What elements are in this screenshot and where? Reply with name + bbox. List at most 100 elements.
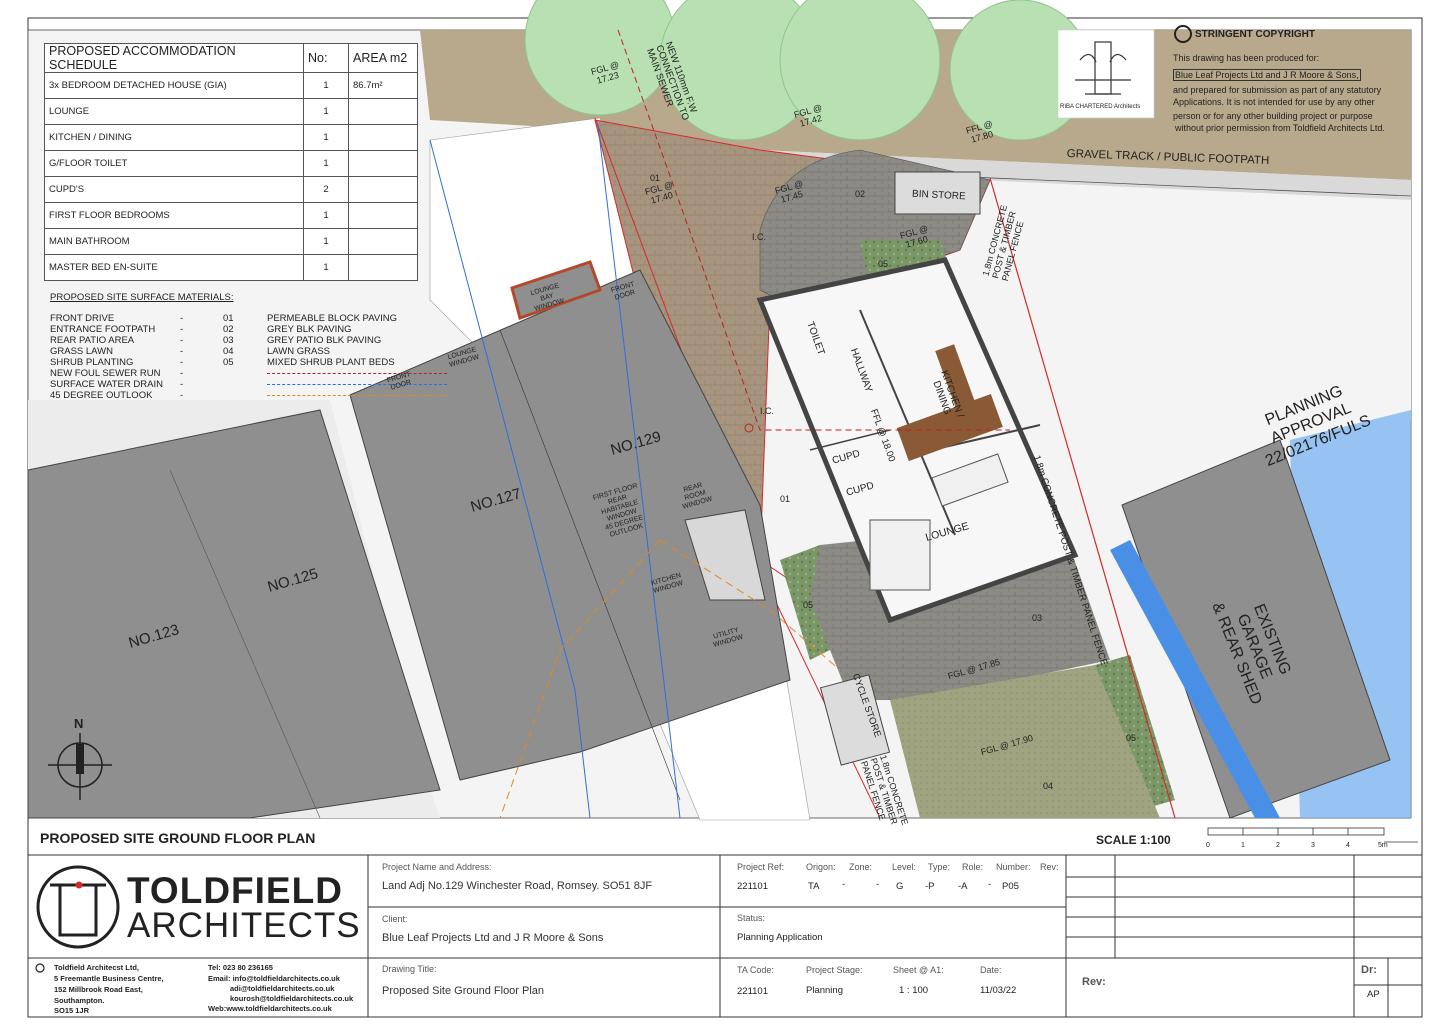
- ref-label: Project Ref:: [737, 862, 785, 872]
- accommodation-schedule: PROPOSED ACCOMMODATION SCHEDULE No: AREA…: [44, 43, 418, 281]
- schedule-area: [348, 254, 418, 281]
- material-dash: -: [180, 335, 184, 346]
- material-dash: -: [180, 357, 184, 368]
- materials-title: PROPOSED SITE SURFACE MATERIALS:: [50, 292, 234, 303]
- scale-tick: 0: [1206, 842, 1210, 849]
- material-name: NEW FOUL SEWER RUN: [50, 368, 161, 379]
- material-code: 01: [223, 313, 234, 324]
- company-email[interactable]: adi@toldfieldarchitects.co.uk: [230, 984, 334, 993]
- sewer-line-key: [267, 373, 447, 374]
- rev-label: Rev:: [1082, 976, 1106, 988]
- ref-label: Zone:: [849, 862, 873, 872]
- copyright-line: and prepared for submission as part of a…: [1173, 85, 1382, 95]
- scale-bar: [1207, 827, 1418, 843]
- copyright-line: without prior permission from Toldfield …: [1175, 123, 1385, 133]
- ref-value: TA: [808, 881, 820, 892]
- material-code: 02: [223, 324, 234, 335]
- schedule-area: 86.7m²: [348, 72, 418, 99]
- materials-legend: PROPOSED SITE SURFACE MATERIALS: FRONT D…: [50, 292, 447, 401]
- ref-label: Role:: [962, 862, 984, 872]
- copyright-line: Blue Leaf Projects Ltd and J R Moore & S…: [1173, 69, 1361, 81]
- materials-row: REAR PATIO AREA - 03 GREY PATIO BLK PAVING: [50, 335, 381, 346]
- company-website[interactable]: Web:www.toldfieldarchitects.co.uk: [208, 1004, 332, 1013]
- material-dash: -: [180, 368, 184, 379]
- schedule-area: [348, 202, 418, 229]
- client-label: Client:: [382, 914, 408, 924]
- stage-value: Planning: [806, 985, 843, 996]
- ref-value: -: [988, 879, 992, 890]
- scale-tick: 1: [1241, 842, 1245, 849]
- material-code: 04: [223, 346, 234, 357]
- company-email[interactable]: kourosh@toldfieldarchitects.co.uk: [230, 994, 353, 1003]
- zone-label: 01: [650, 173, 661, 183]
- material-name: GRASS LAWN: [50, 346, 113, 357]
- schedule-item: 3x BEDROOM DETACHED HOUSE (GIA): [44, 72, 304, 99]
- ta-code-label: TA Code:: [737, 965, 774, 975]
- copyright-line: person or for any other building project…: [1173, 111, 1373, 121]
- drain-line-key: [267, 384, 447, 385]
- ta-code-value: 221101: [737, 986, 768, 997]
- material-desc: LAWN GRASS: [267, 346, 330, 357]
- material-desc: GREY PATIO BLK PAVING: [267, 335, 382, 346]
- ref-label: Type:: [928, 862, 951, 872]
- materials-row: FRONT DRIVE - 01 PERMEABLE BLOCK PAVING: [50, 313, 397, 324]
- schedule-row: LOUNGE 1: [44, 98, 418, 125]
- schedule-item: G/FLOOR TOILET: [44, 150, 304, 177]
- zone-label: 04: [1043, 781, 1054, 791]
- zone-label: 05: [1126, 733, 1137, 743]
- toldfield-logo-mark: [36, 865, 120, 949]
- schedule-area: [348, 124, 418, 151]
- schedule-row: G/FLOOR TOILET 1: [44, 150, 418, 177]
- scale-tick: 5m: [1378, 842, 1388, 849]
- north-label: N: [74, 716, 84, 731]
- ref-value: G: [896, 881, 904, 892]
- schedule-header-item: PROPOSED ACCOMMODATION SCHEDULE: [44, 43, 304, 73]
- material-name: SURFACE WATER DRAIN: [50, 379, 163, 390]
- zone-label: 02: [855, 189, 866, 199]
- drawn-by-value: AP: [1367, 989, 1380, 1000]
- company-name: Toldfield Architecst Ltd,: [54, 963, 140, 972]
- company-tel: Tel: 023 80 236165: [208, 963, 273, 972]
- sheet-title: PROPOSED SITE GROUND FLOOR PLAN: [40, 830, 316, 846]
- zone-label: 05: [878, 259, 889, 269]
- material-dash: -: [180, 346, 184, 357]
- material-name: SHRUB PLANTING: [50, 357, 134, 368]
- materials-row: NEW FOUL SEWER RUN -: [50, 368, 447, 379]
- material-name: REAR PATIO AREA: [50, 335, 135, 346]
- ref-value: 221101: [737, 881, 768, 892]
- materials-row: 45 DEGREE OUTLOOK -: [50, 390, 447, 401]
- ref-value: -: [842, 879, 846, 890]
- drawn-by-label: Dr:: [1361, 964, 1377, 976]
- material-code: 05: [223, 357, 234, 368]
- company-email[interactable]: Email: info@toldfieldarchitects.co.uk: [208, 974, 340, 983]
- schedule-no: 1: [303, 72, 349, 99]
- status-label: Status:: [737, 913, 766, 923]
- schedule-row: MAIN BATHROOM 1: [44, 228, 418, 255]
- zone-label: 05: [803, 600, 814, 610]
- schedule-row: KITCHEN / DINING 1: [44, 124, 418, 151]
- material-name: 45 DEGREE OUTLOOK: [50, 390, 153, 401]
- schedule-header-no: No:: [303, 43, 349, 73]
- ref-label: Rev:: [1040, 862, 1059, 872]
- sheet-size-label: Sheet @ A1:: [893, 965, 944, 975]
- schedule-no: 1: [303, 254, 349, 281]
- schedule-row: CUPD'S 2: [44, 176, 418, 203]
- inspection-chamber-label: I.C.: [760, 406, 775, 416]
- material-desc: MIXED SHRUB PLANT BEDS: [267, 357, 395, 368]
- status-value: Planning Application: [737, 932, 823, 943]
- material-dash: -: [180, 324, 184, 335]
- schedule-area: [348, 98, 418, 125]
- copyright-title: STRINGENT COPYRIGHT: [1195, 29, 1316, 40]
- material-desc: GREY BLK PAVING: [267, 324, 352, 335]
- ref-value: -: [876, 879, 880, 890]
- schedule-no: 1: [303, 124, 349, 151]
- material-desc: PERMEABLE BLOCK PAVING: [267, 313, 398, 324]
- project-value: Land Adj No.129 Winchester Road, Romsey.…: [382, 880, 653, 892]
- schedule-no: 1: [303, 150, 349, 177]
- materials-row: GRASS LAWN - 04 LAWN GRASS: [50, 346, 330, 357]
- inspection-chamber-label: I.C.: [752, 232, 767, 242]
- material-dash: -: [180, 379, 184, 390]
- schedule-header-area: AREA m2: [348, 43, 418, 73]
- company-address: 152 Millbrook Road East,: [54, 985, 143, 994]
- stage-label: Project Stage:: [806, 965, 863, 975]
